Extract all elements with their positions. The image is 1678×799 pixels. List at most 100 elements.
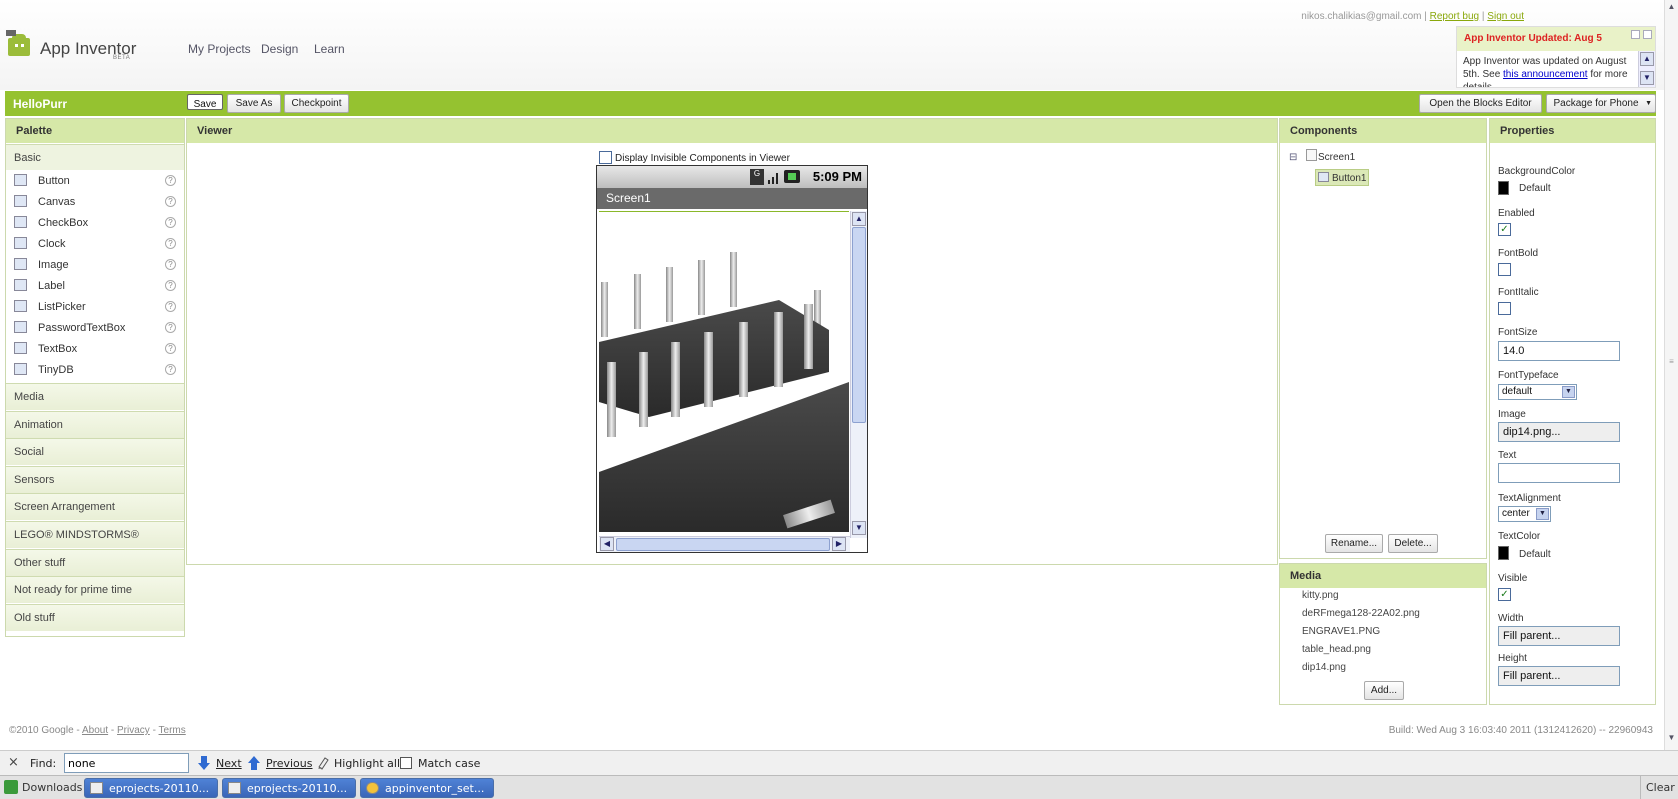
palette-section-basic[interactable]: Basic xyxy=(6,144,184,170)
scroll-left-icon[interactable]: ◀ xyxy=(600,537,614,551)
clear-downloads-button[interactable]: Clear xyxy=(1640,776,1678,799)
highlight-all-toggle[interactable]: Highlight all xyxy=(334,757,400,770)
visible-checkbox[interactable]: ✓ xyxy=(1498,588,1511,601)
palette-section[interactable]: Media xyxy=(6,383,184,410)
image-picker[interactable]: dip14.png... xyxy=(1498,422,1620,442)
palette-item-tinydb[interactable]: TinyDB? xyxy=(6,360,184,380)
text-input[interactable] xyxy=(1498,463,1620,483)
page-scrollbar[interactable]: ▲ ≡ ▼ xyxy=(1664,0,1678,750)
tree-item-button1[interactable]: Button1 xyxy=(1315,169,1369,186)
enabled-checkbox[interactable]: ✓ xyxy=(1498,223,1511,236)
help-icon[interactable]: ? xyxy=(165,280,176,291)
media-file[interactable]: kitty.png xyxy=(1302,590,1339,601)
palette-item-image[interactable]: Image? xyxy=(6,255,184,275)
palette-section[interactable]: Screen Arrangement xyxy=(6,493,184,521)
fonttypeface-select[interactable]: default ▼ xyxy=(1498,384,1577,400)
help-icon[interactable]: ? xyxy=(165,343,176,354)
scroll-down-icon[interactable]: ▼ xyxy=(1666,733,1677,745)
nav-my-projects[interactable]: My Projects xyxy=(188,42,251,56)
scroll-up-icon[interactable]: ▲ xyxy=(1640,52,1654,66)
button1-image-preview[interactable] xyxy=(599,211,849,532)
palette-section[interactable]: Other stuff xyxy=(6,548,184,576)
help-icon[interactable]: ? xyxy=(165,175,176,186)
palette-item-textbox[interactable]: TextBox? xyxy=(6,339,184,359)
news-scrollbar[interactable]: ▲ ▼ xyxy=(1638,51,1655,87)
phone-vertical-scrollbar[interactable]: ▲ ▼ xyxy=(850,211,867,538)
match-case-checkbox[interactable] xyxy=(400,757,412,769)
download-item[interactable]: eprojects-20110... xyxy=(84,778,218,798)
help-icon[interactable]: ? xyxy=(165,322,176,333)
display-invisible-checkbox[interactable] xyxy=(599,151,612,164)
help-icon[interactable]: ? xyxy=(165,238,176,249)
nav-design[interactable]: Design xyxy=(261,42,298,56)
palette-item-canvas[interactable]: Canvas? xyxy=(6,192,184,212)
palette-item-button[interactable]: Button? xyxy=(6,171,184,191)
backgroundcolor-value[interactable]: Default xyxy=(1519,183,1551,194)
save-button[interactable]: Save xyxy=(187,94,223,110)
scroll-thumb[interactable] xyxy=(616,538,830,551)
sign-out-link[interactable]: Sign out xyxy=(1487,11,1524,22)
palette-section[interactable]: Not ready for prime time xyxy=(6,576,184,604)
tree-collapse-icon[interactable]: ⊟ xyxy=(1289,152,1297,163)
close-find-icon[interactable]: × xyxy=(8,755,19,770)
textcolor-value[interactable]: Default xyxy=(1519,549,1551,560)
phone-horizontal-scrollbar[interactable]: ◀ ▶ xyxy=(599,536,850,552)
download-item[interactable]: eprojects-20110... xyxy=(222,778,356,798)
fontsize-input[interactable]: 14.0 xyxy=(1498,341,1620,361)
palette-section[interactable]: Old stuff xyxy=(6,603,184,631)
privacy-link[interactable]: Privacy xyxy=(117,725,150,736)
scroll-down-icon[interactable]: ▼ xyxy=(1640,71,1654,85)
about-link[interactable]: About xyxy=(82,725,108,736)
find-previous-button[interactable]: Previous xyxy=(266,757,313,770)
open-blocks-editor-button[interactable]: Open the Blocks Editor xyxy=(1419,94,1542,113)
media-file[interactable]: ENGRAVE1.PNG xyxy=(1302,626,1380,637)
download-item[interactable]: appinventor_set... xyxy=(360,778,494,798)
media-file[interactable]: deRFmega128-22A02.png xyxy=(1302,608,1420,619)
width-picker[interactable]: Fill parent... xyxy=(1498,626,1620,646)
arrow-up-icon[interactable] xyxy=(247,755,261,771)
palette-section[interactable]: Animation xyxy=(6,410,184,438)
scroll-down-icon[interactable]: ▼ xyxy=(852,521,866,535)
delete-button[interactable]: Delete... xyxy=(1388,534,1438,553)
add-media-button[interactable]: Add... xyxy=(1364,681,1404,700)
palette-item-listpicker[interactable]: ListPicker? xyxy=(6,297,184,317)
palette-section[interactable]: Sensors xyxy=(6,465,184,493)
help-icon[interactable]: ? xyxy=(165,364,176,375)
help-icon[interactable]: ? xyxy=(165,301,176,312)
scroll-up-icon[interactable]: ▲ xyxy=(1666,2,1677,14)
rename-button[interactable]: Rename... xyxy=(1325,534,1383,553)
find-next-button[interactable]: Next xyxy=(216,757,242,770)
tree-item-screen1[interactable]: Screen1 xyxy=(1318,152,1355,163)
palette-item-passwordtextbox[interactable]: PasswordTextBox? xyxy=(6,318,184,338)
highlighter-icon[interactable] xyxy=(316,755,330,771)
palette-section[interactable]: LEGO® MINDSTORMS® xyxy=(6,521,184,548)
minimize-icon[interactable] xyxy=(1631,30,1640,39)
scroll-up-icon[interactable]: ▲ xyxy=(852,212,866,226)
announcement-link[interactable]: this announcement xyxy=(1503,69,1588,80)
palette-section[interactable]: Social xyxy=(6,438,184,466)
backgroundcolor-swatch[interactable] xyxy=(1498,181,1509,195)
help-icon[interactable]: ? xyxy=(165,196,176,207)
checkpoint-button[interactable]: Checkpoint xyxy=(284,94,349,113)
scroll-grip-icon[interactable]: ≡ xyxy=(1666,357,1677,371)
package-for-phone-button[interactable]: Package for Phone ▼ xyxy=(1546,94,1656,113)
report-bug-link[interactable]: Report bug xyxy=(1430,11,1479,22)
palette-item-label[interactable]: Label? xyxy=(6,276,184,296)
fontitalic-checkbox[interactable] xyxy=(1498,302,1511,315)
close-icon[interactable] xyxy=(1643,30,1652,39)
downloads-label[interactable]: Downloads xyxy=(22,781,82,794)
arrow-down-icon[interactable] xyxy=(197,755,211,771)
palette-item-clock[interactable]: Clock? xyxy=(6,234,184,254)
nav-learn[interactable]: Learn xyxy=(314,42,345,56)
fontbold-checkbox[interactable] xyxy=(1498,263,1511,276)
terms-link[interactable]: Terms xyxy=(159,725,186,736)
help-icon[interactable]: ? xyxy=(165,259,176,270)
media-file[interactable]: table_head.png xyxy=(1302,644,1371,655)
help-icon[interactable]: ? xyxy=(165,217,176,228)
height-picker[interactable]: Fill parent... xyxy=(1498,666,1620,686)
scroll-thumb[interactable] xyxy=(852,227,866,423)
scroll-right-icon[interactable]: ▶ xyxy=(832,537,846,551)
textalignment-select[interactable]: center ▼ xyxy=(1498,506,1551,522)
find-input[interactable] xyxy=(64,753,189,773)
textcolor-swatch[interactable] xyxy=(1498,546,1509,560)
